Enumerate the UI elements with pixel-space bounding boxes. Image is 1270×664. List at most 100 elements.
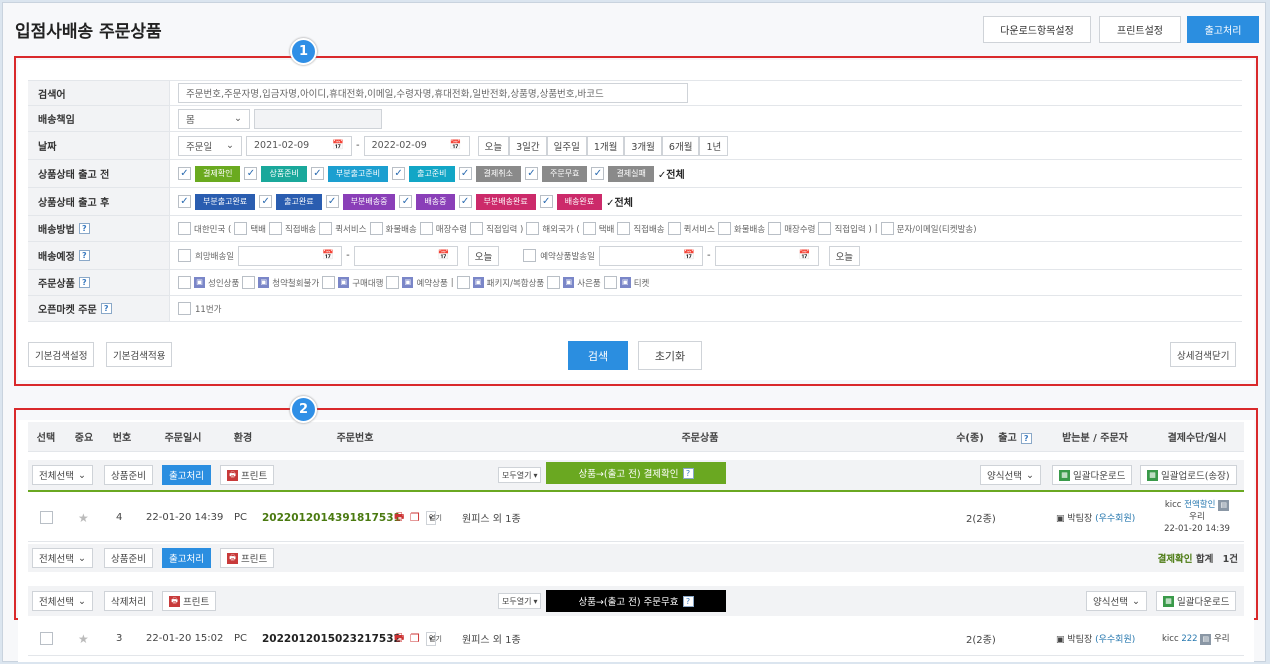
checkbox[interactable] — [234, 222, 248, 235]
planned-to-input[interactable]: 📅 — [353, 245, 458, 266]
all-toggle[interactable]: ✓전체 — [606, 194, 633, 209]
calendar-icon[interactable]: 📅 — [683, 250, 695, 261]
checkbox[interactable] — [456, 276, 470, 289]
print-button-2[interactable]: 🖶 프린트 — [220, 548, 275, 568]
checkbox[interactable] — [178, 249, 191, 262]
receipt-icon[interactable]: ▤ — [1218, 500, 1230, 511]
window-icon[interactable]: ❐ — [410, 632, 420, 645]
select-all-dropdown[interactable]: 전체선택 ⌄ — [32, 465, 93, 485]
checkbox[interactable] — [582, 222, 596, 235]
pay-link[interactable]: 전액할인 — [1184, 500, 1215, 510]
checkbox[interactable]: ✓ — [325, 195, 339, 208]
row-checkbox[interactable] — [40, 511, 53, 524]
calendar-icon[interactable]: 📅 — [438, 250, 450, 261]
open-dropdown[interactable]: 열기 ▾ — [426, 631, 442, 646]
ship-button[interactable]: 출고처리 — [162, 465, 211, 485]
preset-6months[interactable]: 6개월 — [661, 135, 700, 156]
checkbox[interactable] — [322, 276, 336, 289]
checkbox[interactable] — [547, 276, 561, 289]
pay-link[interactable]: 222 — [1181, 634, 1197, 644]
preset-week[interactable]: 일주일 — [546, 135, 587, 156]
star-icon[interactable]: ★ — [78, 632, 89, 646]
calendar-icon[interactable]: 📅 — [799, 250, 811, 261]
keyword-input[interactable]: 주문번호,주문자명,입금자명,아이디,휴대전화,이메일,수령자명,휴대전화,일반… — [178, 83, 688, 103]
preset-today[interactable]: 오늘 — [477, 135, 510, 156]
checkbox[interactable]: ✓ — [591, 167, 605, 180]
form-select-dropdown-2[interactable]: 양식선택 ⌄ — [1086, 591, 1147, 611]
checkbox[interactable] — [667, 222, 681, 235]
order-number-link[interactable]: 2022012014391817531 — [262, 512, 401, 524]
open-dropdown[interactable]: 열기 ▾ — [426, 510, 442, 525]
calendar-icon[interactable]: 📅 — [450, 140, 462, 151]
select-all-dropdown-3[interactable]: 전체선택 ⌄ — [32, 591, 93, 611]
preset-1year[interactable]: 1년 — [699, 135, 729, 156]
print-settings-button[interactable]: 프린트설정 — [1099, 16, 1181, 43]
member-grade-link[interactable]: (우수회원) — [1095, 514, 1135, 524]
checkbox[interactable] — [717, 222, 731, 235]
printer-icon[interactable]: 🖶 — [394, 508, 404, 527]
reset-button[interactable]: 초기화 — [638, 341, 702, 370]
download-settings-button[interactable]: 다운로드항목설정 — [983, 16, 1091, 43]
basic-search-setting-button[interactable]: 기본검색설정 — [28, 342, 95, 367]
preset-3months[interactable]: 3개월 — [624, 135, 662, 156]
delivery-owner-field[interactable] — [254, 108, 382, 129]
calendar-icon[interactable]: 📅 — [322, 250, 334, 261]
open-all-select-2[interactable]: 모두열기 ▾ — [498, 593, 542, 609]
print-button-3[interactable]: 🖶 프린트 — [162, 591, 217, 611]
checkbox[interactable] — [369, 222, 383, 235]
basic-search-apply-button[interactable]: 기본검색적용 — [106, 342, 173, 367]
help-icon[interactable]: ? — [682, 467, 694, 479]
window-icon[interactable]: ❐ — [410, 511, 420, 524]
checkbox[interactable] — [880, 222, 894, 235]
today-button[interactable]: 오늘 — [467, 245, 500, 266]
checkbox[interactable] — [419, 222, 433, 235]
today-button-2[interactable]: 오늘 — [828, 245, 861, 266]
form-select-dropdown[interactable]: 양식선택 ⌄ — [980, 465, 1041, 485]
bulk-upload-button[interactable]: ▦ 일괄업로드(송장) — [1140, 465, 1237, 485]
help-icon[interactable]: ? — [78, 223, 90, 234]
checkbox[interactable]: ✓ — [399, 195, 413, 208]
checkbox[interactable]: ✓ — [458, 195, 472, 208]
help-icon[interactable]: ? — [78, 250, 90, 261]
help-icon[interactable]: ? — [78, 277, 90, 288]
delete-button[interactable]: 삭제처리 — [104, 591, 153, 611]
checkbox[interactable] — [818, 222, 832, 235]
ship-process-button[interactable]: 출고처리 — [1187, 16, 1259, 43]
planned-from-input[interactable]: 📅 — [238, 245, 343, 266]
date-from-input[interactable]: 2021-02-09 📅 — [246, 135, 352, 156]
checkbox[interactable] — [386, 276, 400, 289]
all-toggle[interactable]: ✓전체 — [658, 166, 685, 181]
star-icon[interactable]: ★ — [78, 511, 89, 525]
checkbox[interactable] — [178, 222, 191, 235]
checkbox[interactable]: ✓ — [524, 167, 538, 180]
member-grade-link[interactable]: (우수회원) — [1095, 635, 1135, 645]
date-to-input[interactable]: 2022-02-09 📅 — [363, 135, 470, 156]
checkbox[interactable]: ✓ — [310, 167, 324, 180]
checkbox[interactable]: ✓ — [392, 167, 406, 180]
checkbox[interactable] — [768, 222, 782, 235]
bulk-download-button[interactable]: ▦ 일괄다운로드 — [1052, 465, 1133, 485]
reserve-to-input[interactable]: 📅 — [714, 245, 819, 266]
search-button[interactable]: 검색 — [568, 341, 628, 370]
preset-3days[interactable]: 3일간 — [509, 135, 547, 156]
checkbox[interactable]: ✓ — [539, 195, 553, 208]
prepare-button[interactable]: 상품준비 — [104, 465, 153, 485]
row-checkbox[interactable] — [40, 632, 53, 645]
ship-button-2[interactable]: 출고처리 — [162, 548, 211, 568]
calendar-icon[interactable]: 📅 — [332, 140, 344, 151]
checkbox[interactable] — [523, 249, 537, 262]
checkbox[interactable] — [268, 222, 282, 235]
checkbox[interactable] — [178, 302, 191, 315]
checkbox[interactable]: ✓ — [259, 195, 273, 208]
reserve-from-input[interactable]: 📅 — [598, 245, 703, 266]
table-row[interactable]: ★ 3 22-01-20 15:02 PC 202201201502321753… — [28, 622, 1244, 656]
checkbox[interactable]: ✓ — [178, 195, 191, 208]
preset-1month[interactable]: 1개월 — [586, 135, 625, 156]
checkbox[interactable] — [603, 276, 617, 289]
checkbox[interactable]: ✓ — [244, 167, 258, 180]
help-icon[interactable]: ? — [1020, 433, 1032, 444]
help-icon[interactable]: ? — [100, 303, 112, 314]
open-all-select[interactable]: 모두열기 ▾ — [498, 467, 542, 483]
table-row[interactable]: ★ 4 22-01-20 14:39 PC 202201201439181753… — [28, 494, 1244, 542]
select-all-dropdown-2[interactable]: 전체선택 ⌄ — [32, 548, 93, 568]
